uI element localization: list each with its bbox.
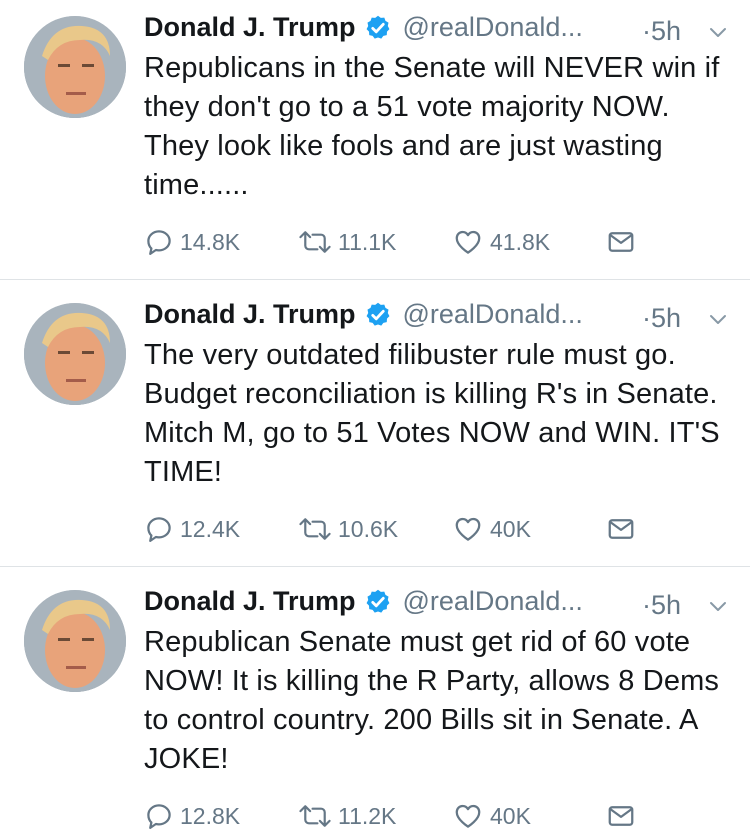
reply-button[interactable]: 12.8K [144,798,240,834]
reply-button[interactable]: 12.4K [144,511,240,547]
retweet-button[interactable]: 11.1K [298,224,396,260]
like-icon [455,230,481,254]
like-count: 40K [490,515,531,542]
reply-count: 12.4K [180,515,241,542]
direct-message-button[interactable] [606,798,642,834]
avatar[interactable] [24,16,126,118]
chevron-down-icon[interactable] [706,594,730,618]
tweet[interactable]: Donald J. Trump @realDonald... ·5h Repub… [0,574,750,839]
timestamp[interactable]: ·5h [642,590,681,621]
retweet-icon [299,518,331,540]
retweet-icon [299,805,331,827]
tweet-actions: 12.4K 10.6K 40K [144,511,704,547]
direct-message-icon [608,519,634,539]
like-button[interactable]: 41.8K [452,224,550,260]
reply-icon [147,804,171,829]
tweet-header: Donald J. Trump @realDonald... ·5h [144,299,734,339]
timestamp[interactable]: ·5h [642,16,681,47]
like-button[interactable]: 40K [452,798,531,834]
like-icon [455,517,481,541]
timestamp[interactable]: ·5h [642,303,681,334]
divider [0,279,750,280]
direct-message-icon [608,806,634,826]
retweet-button[interactable]: 10.6K [298,511,398,547]
author-name[interactable]: Donald J. Trump [144,586,356,616]
chevron-down-icon[interactable] [706,307,730,331]
avatar[interactable] [24,303,126,405]
reply-count: 14.8K [180,228,241,255]
chevron-down-icon[interactable] [706,20,730,44]
reply-icon [147,230,171,255]
tweet-header: Donald J. Trump @realDonald... ·5h [144,586,734,626]
tweet-actions: 12.8K 11.2K 40K [144,798,704,834]
direct-message-button[interactable] [606,511,642,547]
direct-message-button[interactable] [606,224,642,260]
verified-badge-icon [366,589,390,613]
verified-badge-icon [366,302,390,326]
author-handle[interactable]: @realDonald... [402,586,583,616]
divider [0,566,750,567]
tweet-feed: Donald J. Trump @realDonald... ·5h Repub… [0,0,750,839]
tweet-text: The very outdated filibuster rule must g… [144,339,720,488]
retweet-count: 10.6K [338,515,399,542]
retweet-icon [299,231,331,253]
like-count: 41.8K [490,228,551,255]
tweet[interactable]: Donald J. Trump @realDonald... ·5h The v… [0,287,750,567]
reply-icon [147,517,171,542]
verified-badge-icon [366,15,390,39]
like-button[interactable]: 40K [452,511,531,547]
like-count: 40K [490,802,531,829]
retweet-count: 11.2K [338,802,397,829]
tweet-text: Republican Senate must get rid of 60 vot… [144,626,720,775]
direct-message-icon [608,232,634,252]
reply-count: 12.8K [180,802,241,829]
author-name[interactable]: Donald J. Trump [144,299,356,329]
author-name[interactable]: Donald J. Trump [144,12,356,42]
tweet-actions: 14.8K 11.1K 41.8K [144,224,704,260]
retweet-count: 11.1K [338,228,397,255]
tweet-header: Donald J. Trump @realDonald... ·5h [144,12,734,52]
avatar[interactable] [24,590,126,692]
author-handle[interactable]: @realDonald... [402,12,583,42]
tweet-text: Republicans in the Senate will NEVER win… [144,52,720,201]
reply-button[interactable]: 14.8K [144,224,240,260]
tweet[interactable]: Donald J. Trump @realDonald... ·5h Repub… [0,0,750,279]
like-icon [455,804,481,828]
retweet-button[interactable]: 11.2K [298,798,396,834]
author-handle[interactable]: @realDonald... [402,299,583,329]
